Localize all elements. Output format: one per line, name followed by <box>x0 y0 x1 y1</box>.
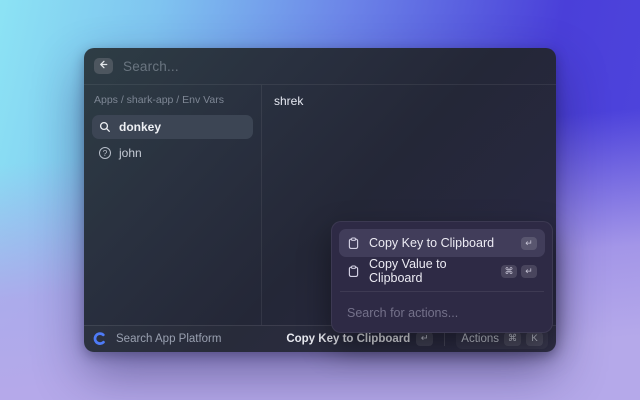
list-item-john[interactable]: ? john <box>92 141 253 165</box>
breadcrumb: Apps / shark-app / Env Vars <box>94 94 224 106</box>
shortcut-keys: ↵ <box>521 236 537 250</box>
action-label: Copy Key to Clipboard <box>369 236 495 250</box>
app-logo-icon <box>92 331 108 347</box>
back-button[interactable] <box>94 58 113 74</box>
list-item-label: donkey <box>119 120 162 134</box>
question-icon: ? <box>99 147 111 159</box>
app-name: Search App Platform <box>116 333 222 345</box>
results-panel: Apps / shark-app / Env Vars donkey ? joh… <box>84 85 262 325</box>
detail-value: shrek <box>274 94 304 108</box>
cmd-key-badge: ⌘ <box>504 332 521 346</box>
shortcut-keys: ⌘ ↵ <box>501 264 537 278</box>
primary-action-button[interactable]: Copy Key to Clipboard ↵ <box>286 332 434 346</box>
arrow-left-icon <box>98 57 109 75</box>
footer-separator <box>444 332 446 346</box>
enter-key-badge: ↵ <box>521 236 537 250</box>
actions-menu-label: Actions <box>461 333 499 345</box>
enter-key-badge: ↵ <box>416 332 434 346</box>
list-item-label: john <box>119 146 142 160</box>
search-header: Search... <box>84 48 556 85</box>
k-key-badge: K <box>526 332 543 346</box>
popover-divider <box>340 291 544 292</box>
magnifier-icon <box>99 121 111 133</box>
clipboard-icon <box>347 264 360 278</box>
window-body: Apps / shark-app / Env Vars donkey ? joh… <box>84 85 556 333</box>
enter-key-badge: ↵ <box>521 264 537 278</box>
primary-action-label: Copy Key to Clipboard <box>286 333 411 345</box>
actions-popover: Copy Key to Clipboard ↵ Copy Value to Cl… <box>331 221 553 333</box>
clipboard-icon <box>347 236 360 250</box>
launcher-window: Search... Apps / shark-app / Env Vars do… <box>84 48 556 352</box>
desktop-background: Search... Apps / shark-app / Env Vars do… <box>0 0 640 400</box>
list-item-donkey[interactable]: donkey <box>92 115 253 139</box>
action-copy-key[interactable]: Copy Key to Clipboard ↵ <box>339 229 545 257</box>
action-label: Copy Value to Clipboard <box>369 257 447 285</box>
action-copy-value[interactable]: Copy Value to Clipboard ⌘ ↵ <box>339 257 545 285</box>
cmd-key-badge: ⌘ <box>501 264 517 278</box>
search-input[interactable]: Search... <box>123 59 179 74</box>
actions-search-input[interactable]: Search for actions... <box>339 298 545 325</box>
